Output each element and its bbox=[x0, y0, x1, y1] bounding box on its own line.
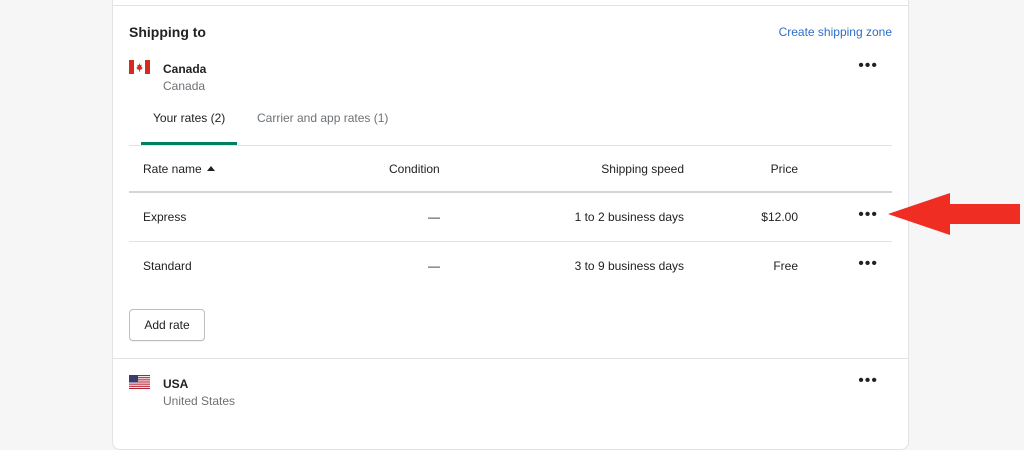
rate-price: Free bbox=[773, 259, 798, 273]
tab-carrier-app-rates[interactable]: Carrier and app rates (1) bbox=[245, 111, 400, 145]
rate-condition: — bbox=[428, 210, 440, 224]
rate-name: Standard bbox=[143, 259, 192, 273]
zone-countries: United States bbox=[163, 394, 236, 408]
shipping-zone-card: Shipping to Create shipping zone Canada … bbox=[112, 0, 909, 450]
zone-more-actions-icon[interactable]: ••• bbox=[858, 58, 878, 74]
rate-tabs: Your rates (2) Carrier and app rates (1) bbox=[129, 101, 892, 146]
column-condition: Condition bbox=[389, 162, 440, 176]
table-row: Standard — 3 to 9 business days Free ••• bbox=[129, 242, 892, 290]
zone-countries: Canada bbox=[163, 79, 206, 93]
zone-divider bbox=[113, 358, 908, 359]
zone-header-usa: USA United States ••• bbox=[129, 373, 892, 411]
table-row: Express — 1 to 2 business days $12.00 ••… bbox=[129, 193, 892, 242]
rate-name: Express bbox=[143, 210, 187, 224]
zone-more-actions-icon[interactable]: ••• bbox=[858, 373, 878, 389]
zone-header-canada: Canada Canada ••• bbox=[129, 58, 892, 96]
rate-price: $12.00 bbox=[761, 210, 798, 224]
canada-flag-icon bbox=[129, 60, 150, 74]
column-rate-name-label: Rate name bbox=[143, 162, 202, 176]
rate-more-actions-icon[interactable]: ••• bbox=[858, 256, 878, 272]
rate-shipping-speed: 1 to 2 business days bbox=[574, 210, 684, 224]
sort-ascending-icon bbox=[206, 166, 215, 171]
column-rate-name[interactable]: Rate name bbox=[143, 162, 215, 176]
rates-table-header: Rate name Condition Shipping speed Price bbox=[129, 145, 892, 193]
rate-more-actions-icon[interactable]: ••• bbox=[858, 207, 878, 223]
zone-name: USA bbox=[163, 377, 189, 391]
create-shipping-zone-link[interactable]: Create shipping zone bbox=[779, 25, 892, 39]
section-title: Shipping to bbox=[129, 24, 206, 40]
zone-name: Canada bbox=[163, 62, 207, 76]
tab-your-rates[interactable]: Your rates (2) bbox=[141, 111, 238, 145]
rate-condition: — bbox=[428, 259, 440, 273]
column-shipping-speed: Shipping speed bbox=[601, 162, 684, 176]
column-price: Price bbox=[770, 162, 798, 176]
rate-shipping-speed: 3 to 9 business days bbox=[574, 259, 684, 273]
add-rate-button[interactable]: Add rate bbox=[129, 309, 205, 341]
us-flag-icon bbox=[129, 375, 150, 389]
annotation-arrow-icon bbox=[888, 193, 1020, 235]
card-top-divider bbox=[113, 5, 908, 6]
